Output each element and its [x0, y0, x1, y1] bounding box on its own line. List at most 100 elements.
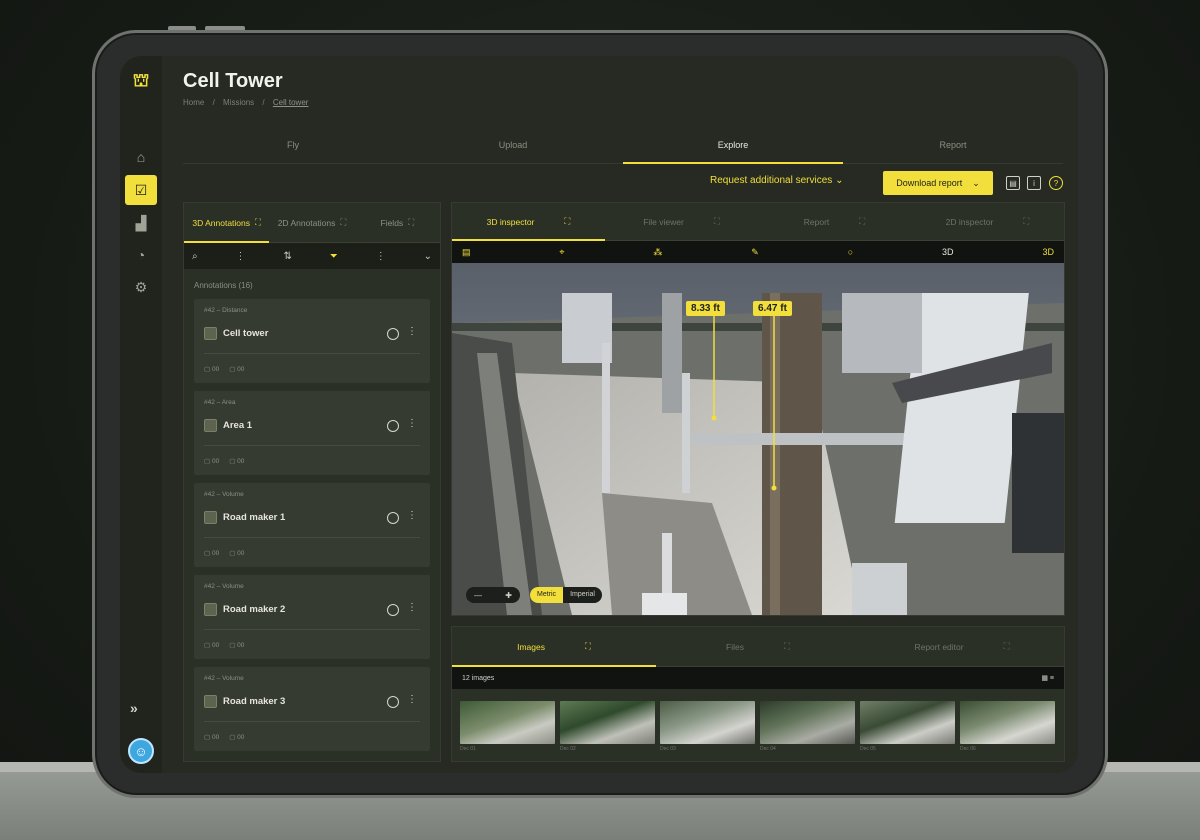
- tab-file-viewer[interactable]: File viewer ⛶: [605, 203, 758, 240]
- image-thumbnail[interactable]: Dec 01: [460, 701, 555, 752]
- annotation-card[interactable]: #42 – Area Area 1 ⋮ 00 00: [194, 391, 430, 475]
- more-icon[interactable]: ⋮: [407, 602, 417, 613]
- tab-report[interactable]: Report: [843, 136, 1063, 163]
- target-icon[interactable]: [387, 696, 399, 708]
- zoom-in-icon[interactable]: ✚: [505, 591, 512, 600]
- annotation-card[interactable]: #42 – Volume Road maker 1 ⋮ 00 00: [194, 483, 430, 567]
- tab-label: 2D Annotations: [277, 217, 336, 228]
- home-icon[interactable]: ⌂: [125, 142, 157, 172]
- layout-icon[interactable]: ▤: [1006, 176, 1020, 190]
- thumbnail-label: Dec 01: [460, 746, 476, 752]
- images-count: 00: [229, 549, 244, 557]
- annotation-card[interactable]: #42 – Volume Road maker 3 ⋮ 00 00: [194, 667, 430, 751]
- tab-images[interactable]: Images ⛶: [452, 627, 656, 667]
- tab-files[interactable]: Files ⛶: [656, 627, 860, 666]
- annotation-checkbox[interactable]: [204, 695, 217, 708]
- avatar-icon[interactable]: ☺: [128, 738, 154, 764]
- page-title: Cell Tower: [183, 70, 283, 92]
- tab-report-view[interactable]: Report ⛶: [758, 203, 911, 240]
- tab-2d-inspector[interactable]: 2D inspector ⛶: [911, 203, 1064, 240]
- annotation-meta: 00 00: [204, 549, 244, 557]
- breadcrumb-current[interactable]: Cell tower: [273, 98, 309, 107]
- annotation-checkbox[interactable]: [204, 327, 217, 340]
- comments-count: 00: [204, 457, 219, 465]
- download-report-button[interactable]: Download report ⌄: [883, 171, 993, 195]
- image-thumbnail[interactable]: Dec 02: [560, 701, 655, 752]
- tab-report-editor[interactable]: Report editor ⛶: [860, 627, 1064, 666]
- more-icon[interactable]: ⋮: [407, 694, 417, 705]
- target-icon[interactable]: [387, 420, 399, 432]
- chart-icon[interactable]: ▟: [125, 208, 157, 238]
- images-count: 00: [229, 733, 244, 741]
- sort-icon[interactable]: ⇅: [283, 251, 291, 262]
- tab-2d-annotations[interactable]: 2D Annotations ⛶: [269, 203, 354, 242]
- zoom-out-icon[interactable]: —: [474, 591, 482, 600]
- view-3d-button[interactable]: 3D: [942, 247, 954, 257]
- divider: ⋮: [235, 250, 246, 262]
- annotation-name: Road maker 2: [223, 604, 286, 615]
- breadcrumb-home[interactable]: Home: [183, 98, 204, 107]
- image-thumbnail[interactable]: Dec 04: [760, 701, 855, 752]
- annotation-checkbox[interactable]: [204, 511, 217, 524]
- layers-icon[interactable]: ▤: [462, 247, 471, 258]
- help-icon[interactable]: ?: [1049, 176, 1063, 190]
- pencil-icon[interactable]: ✎: [751, 247, 759, 258]
- checklist-icon[interactable]: ☑: [125, 175, 157, 205]
- request-services-label: Request additional services: [710, 175, 833, 186]
- tab-fly[interactable]: Fly: [183, 136, 403, 163]
- dashboard-icon[interactable]: ◔: [125, 240, 157, 270]
- tab-3d-inspector[interactable]: 3D inspector ⛶: [452, 203, 605, 241]
- annotation-card[interactable]: #42 – Volume Road maker 2 ⋮ 00 00: [194, 575, 430, 659]
- tab-label: 2D inspector: [945, 216, 994, 227]
- tab-label: Report editor: [914, 641, 964, 652]
- tab-upload[interactable]: Upload: [403, 136, 623, 163]
- filter-icon[interactable]: ⏷: [330, 251, 338, 262]
- expand-icon[interactable]: »: [130, 700, 138, 716]
- target-icon[interactable]: [387, 328, 399, 340]
- nodes-icon[interactable]: ⁂: [653, 247, 662, 258]
- request-services-dropdown[interactable]: Request additional services ⌄: [710, 175, 843, 186]
- thumbnail-label: Dec 02: [560, 746, 576, 752]
- tab-fields[interactable]: Fields ⛶: [355, 203, 440, 242]
- annotation-toolbar: ⌕ ⋮ ⇅ ⏷ ⋮ ⌄: [184, 243, 440, 269]
- thumbnail-image: [460, 701, 555, 744]
- unit-metric-button[interactable]: Metric: [530, 587, 564, 603]
- more-icon[interactable]: ⋮: [407, 326, 417, 337]
- annotation-checkbox[interactable]: [204, 603, 217, 616]
- thumbnail-image: [860, 701, 955, 744]
- annotation-card[interactable]: #42 – Distance Cell tower ⋮ 00 00: [194, 299, 430, 383]
- more-icon[interactable]: ⋮: [407, 510, 417, 521]
- target-icon[interactable]: [387, 512, 399, 524]
- circle-icon[interactable]: ○: [848, 247, 853, 257]
- breadcrumb-missions[interactable]: Missions: [223, 98, 254, 107]
- tab-3d-annotations[interactable]: 3D Annotations ⛶: [184, 203, 270, 243]
- zoom-control[interactable]: — ✚: [466, 587, 520, 603]
- annotation-kind: #42 – Distance: [204, 307, 248, 314]
- search-icon[interactable]: ⌕: [192, 251, 198, 262]
- tab-explore[interactable]: Explore: [623, 136, 843, 164]
- view-3d-alt-button[interactable]: 3D: [1042, 247, 1054, 257]
- fullscreen-icon: ⛶: [564, 216, 571, 226]
- info-icon[interactable]: i: [1027, 176, 1041, 190]
- image-thumbnail[interactable]: Dec 05: [860, 701, 955, 752]
- view-toggle-icons[interactable]: ▦ ≡: [1041, 674, 1054, 682]
- chevron-down-icon[interactable]: ⌄: [424, 251, 432, 262]
- annotation-kind: #42 – Volume: [204, 491, 244, 498]
- more-icon[interactable]: ⋮: [407, 418, 417, 429]
- images-count: 12 images: [462, 674, 495, 682]
- image-thumbnail[interactable]: Dec 06: [960, 701, 1055, 752]
- images-count: 00: [229, 457, 244, 465]
- unit-imperial-button[interactable]: Imperial: [563, 587, 602, 603]
- main-tabs: Fly Upload Explore Report: [183, 136, 1063, 164]
- annotations-count: Annotations (16): [194, 281, 253, 290]
- annotation-checkbox[interactable]: [204, 419, 217, 432]
- image-thumbnail[interactable]: Dec 03: [660, 701, 755, 752]
- 3d-viewport[interactable]: 8.33 ft 6.47 ft — ✚ Metric Imperial: [452, 263, 1064, 615]
- measurement-label[interactable]: 8.33 ft: [686, 301, 725, 316]
- pin-icon[interactable]: ⌖: [559, 247, 564, 258]
- breadcrumb: Home / Missions / Cell tower: [183, 98, 314, 107]
- measurement-label[interactable]: 6.47 ft: [753, 301, 792, 316]
- target-icon[interactable]: [387, 604, 399, 616]
- tab-label: Images: [517, 641, 545, 652]
- settings-icon[interactable]: ⚙: [125, 272, 157, 302]
